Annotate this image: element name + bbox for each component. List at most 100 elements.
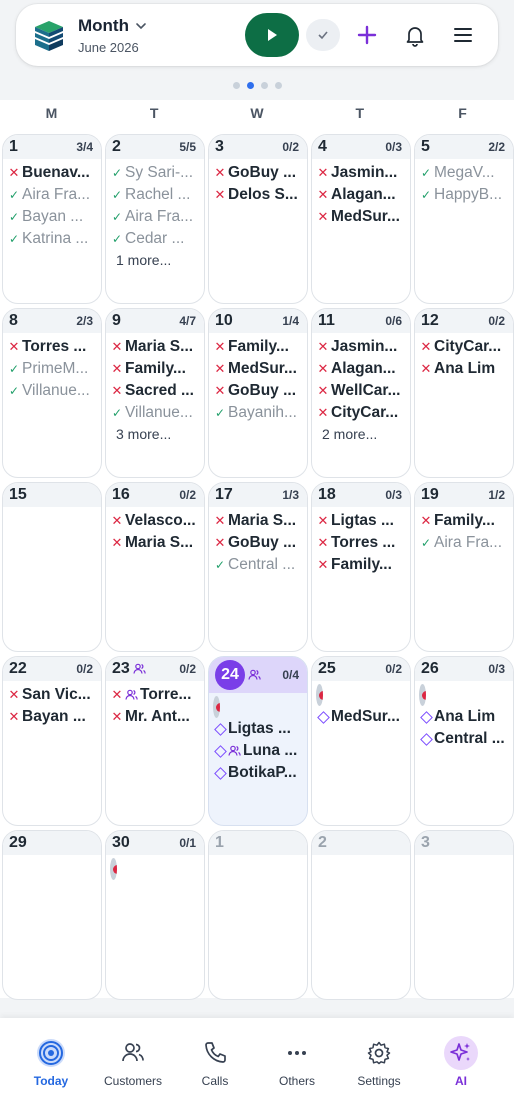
day-cell[interactable]: 2 5/5 ✓ Sy Sari-... ✓ Rachel ... ✓ Aira Fra... ✓… [105, 134, 205, 304]
nav-others[interactable]: Others [256, 1018, 338, 1100]
event-item[interactable]: ✕ CityCar... [419, 336, 513, 358]
event-item[interactable]: ✕ Ligtas ... [316, 510, 410, 532]
event-item[interactable]: ✕ San Vic... [7, 684, 101, 706]
event-item[interactable]: PrimeM... [419, 684, 426, 706]
event-item[interactable]: ✕ GoBuy ... [213, 380, 307, 402]
view-title[interactable]: Month [78, 16, 129, 36]
event-item[interactable]: ✕ Family... [213, 336, 307, 358]
event-item[interactable]: ✕ Family... [110, 358, 204, 380]
day-cell[interactable]: 5 2/2 ✓ MegaV... ✓ HappyB... [414, 134, 514, 304]
add-button[interactable] [354, 22, 380, 48]
view-selector[interactable]: Month June 2026 [78, 16, 147, 55]
event-item[interactable]: ✕ Mr. Ant... [110, 706, 204, 728]
event-item[interactable]: ✕ Bayan ... [7, 706, 101, 728]
event-item[interactable]: ✓ Aira Fra... [7, 184, 101, 206]
day-cell[interactable]: 16 0/2 ✕ Velasco... ✕ Maria S... [105, 482, 205, 652]
day-cell[interactable]: 1 3/4 ✕ Buenav... ✓ Aira Fra... ✓ Bayan ... ✓ Kat… [2, 134, 102, 304]
day-cell[interactable]: 3 [414, 830, 514, 1000]
day-cell[interactable]: 26 0/3 PrimeM... Ana Lim Central ... [414, 656, 514, 826]
day-cell[interactable]: 12 0/2 ✕ CityCar... ✕ Ana Lim [414, 308, 514, 478]
event-item[interactable]: ✓ Rachel ... [110, 184, 204, 206]
event-item[interactable]: Family... [110, 858, 117, 880]
day-cell[interactable]: 10 1/4 ✕ Family... ✕ MedSur... ✕ GoBuy ... ✓ Baya… [208, 308, 308, 478]
event-item[interactable]: Luna Sa... [316, 684, 323, 706]
event-item[interactable]: ✕ MedSur... [213, 358, 307, 380]
event-item[interactable]: ✓ Villanue... [7, 380, 101, 402]
day-cell[interactable]: 8 2/3 ✕ Torres ... ✓ PrimeM... ✓ Villanue... [2, 308, 102, 478]
event-item[interactable]: Ana Lim [419, 706, 513, 728]
event-item[interactable]: ✕ Sacred ... [110, 380, 204, 402]
event-item[interactable]: Central ... [419, 728, 513, 750]
nav-settings[interactable]: Settings [338, 1018, 420, 1100]
event-item[interactable]: ✕ Velasco... [110, 510, 204, 532]
event-item[interactable]: ✕ Jasmin... [316, 162, 410, 184]
nav-ai[interactable]: AI [420, 1018, 502, 1100]
day-cell[interactable]: 18 0/3 ✕ Ligtas ... ✕ Torres ... ✕ Family... [311, 482, 411, 652]
event-item[interactable]: ✕ Delos S... [213, 184, 307, 206]
start-button[interactable] [245, 13, 299, 57]
event-item[interactable]: ✕ Maria S... [213, 510, 307, 532]
menu-button[interactable] [450, 22, 476, 48]
day-cell[interactable]: 23 0/2 ✕ Torre... ✕ Mr. Ant... [105, 656, 205, 826]
event-item[interactable]: ✓ Bayanih... [213, 402, 307, 424]
day-cell[interactable]: 25 0/2 Luna Sa... MedSur... [311, 656, 411, 826]
event-item[interactable]: ✕ Alagan... [316, 358, 410, 380]
more-events-link[interactable]: 2 more... [316, 424, 410, 444]
event-item[interactable]: ✕ MedSur... [316, 206, 410, 228]
day-cell[interactable]: 9 4/7 ✕ Maria S... ✕ Family... ✕ Sacred ... ✓ Vil… [105, 308, 205, 478]
event-item[interactable]: ✓ HappyB... [419, 184, 513, 206]
day-cell[interactable]: 1 [208, 830, 308, 1000]
nav-calls[interactable]: Calls [174, 1018, 256, 1100]
event-item[interactable]: ✕ Ana Lim [419, 358, 513, 380]
day-cell[interactable]: 3 0/2 ✕ GoBuy ... ✕ Delos S... [208, 134, 308, 304]
day-cell[interactable]: 2 [311, 830, 411, 1000]
page-dot[interactable] [274, 82, 282, 89]
page-dot[interactable] [260, 82, 268, 89]
event-item[interactable]: ✕ Alagan... [316, 184, 410, 206]
event-item[interactable]: ✕ Torres ... [316, 532, 410, 554]
day-cell[interactable]: 22 0/2 ✕ San Vic... ✕ Bayan ... [2, 656, 102, 826]
event-item[interactable]: ✕ GoBuy ... [213, 532, 307, 554]
event-item[interactable]: ✓ Katrina ... [7, 228, 101, 250]
event-item[interactable]: San Vic... [213, 696, 220, 718]
event-item[interactable]: ✕ Torres ... [7, 336, 101, 358]
event-item[interactable]: ✓ Bayan ... [7, 206, 101, 228]
event-item[interactable]: MedSur... [316, 706, 410, 728]
nav-customers[interactable]: Customers [92, 1018, 174, 1100]
chevron-down-icon[interactable] [135, 20, 147, 32]
nav-today[interactable]: Today [10, 1018, 92, 1100]
event-item[interactable]: ✕ Buenav... [7, 162, 101, 184]
event-item[interactable]: ✕ Family... [316, 554, 410, 576]
event-item[interactable]: ✓ Central ... [213, 554, 307, 576]
event-item[interactable]: ✕ Maria S... [110, 532, 204, 554]
more-events-link[interactable]: 3 more... [110, 424, 204, 444]
day-cell[interactable]: 24 0/4 San Vic... Ligtas ... Luna ... BotikaP… [208, 656, 308, 826]
event-item[interactable]: ✓ PrimeM... [7, 358, 101, 380]
event-item[interactable]: ✕ Jasmin... [316, 336, 410, 358]
event-item[interactable]: ✕ Family... [419, 510, 513, 532]
event-item[interactable]: ✕ WellCar... [316, 380, 410, 402]
event-item[interactable]: ✓ Aira Fra... [419, 532, 513, 554]
day-cell[interactable]: 4 0/3 ✕ Jasmin... ✕ Alagan... ✕ MedSur... [311, 134, 411, 304]
event-item[interactable]: ✓ Cedar ... [110, 228, 204, 250]
day-cell[interactable]: 17 1/3 ✕ Maria S... ✕ GoBuy ... ✓ Central ... [208, 482, 308, 652]
day-cell[interactable]: 19 1/2 ✕ Family... ✓ Aira Fra... [414, 482, 514, 652]
event-item[interactable]: ✕ Torre... [110, 684, 204, 706]
event-item[interactable]: ✕ CityCar... [316, 402, 410, 424]
day-cell[interactable]: 29 [2, 830, 102, 1000]
day-cell[interactable]: 11 0/6 ✕ Jasmin... ✕ Alagan... ✕ WellCar... ✕ Cit… [311, 308, 411, 478]
page-dot[interactable] [232, 82, 240, 89]
event-item[interactable]: ✓ Aira Fra... [110, 206, 204, 228]
day-cell[interactable]: 30 0/1 Family... [105, 830, 205, 1000]
event-item[interactable]: ✕ Maria S... [110, 336, 204, 358]
event-item[interactable]: ✓ Villanue... [110, 402, 204, 424]
event-item[interactable]: BotikaP... [213, 762, 307, 784]
event-item[interactable]: ✓ MegaV... [419, 162, 513, 184]
page-dot[interactable] [246, 82, 254, 89]
more-events-link[interactable]: 1 more... [110, 250, 204, 270]
notifications-button[interactable] [402, 22, 428, 48]
event-item[interactable]: ✕ GoBuy ... [213, 162, 307, 184]
event-item[interactable]: Ligtas ... [213, 718, 307, 740]
event-item[interactable]: ✓ Sy Sari-... [110, 162, 204, 184]
day-cell[interactable]: 15 [2, 482, 102, 652]
